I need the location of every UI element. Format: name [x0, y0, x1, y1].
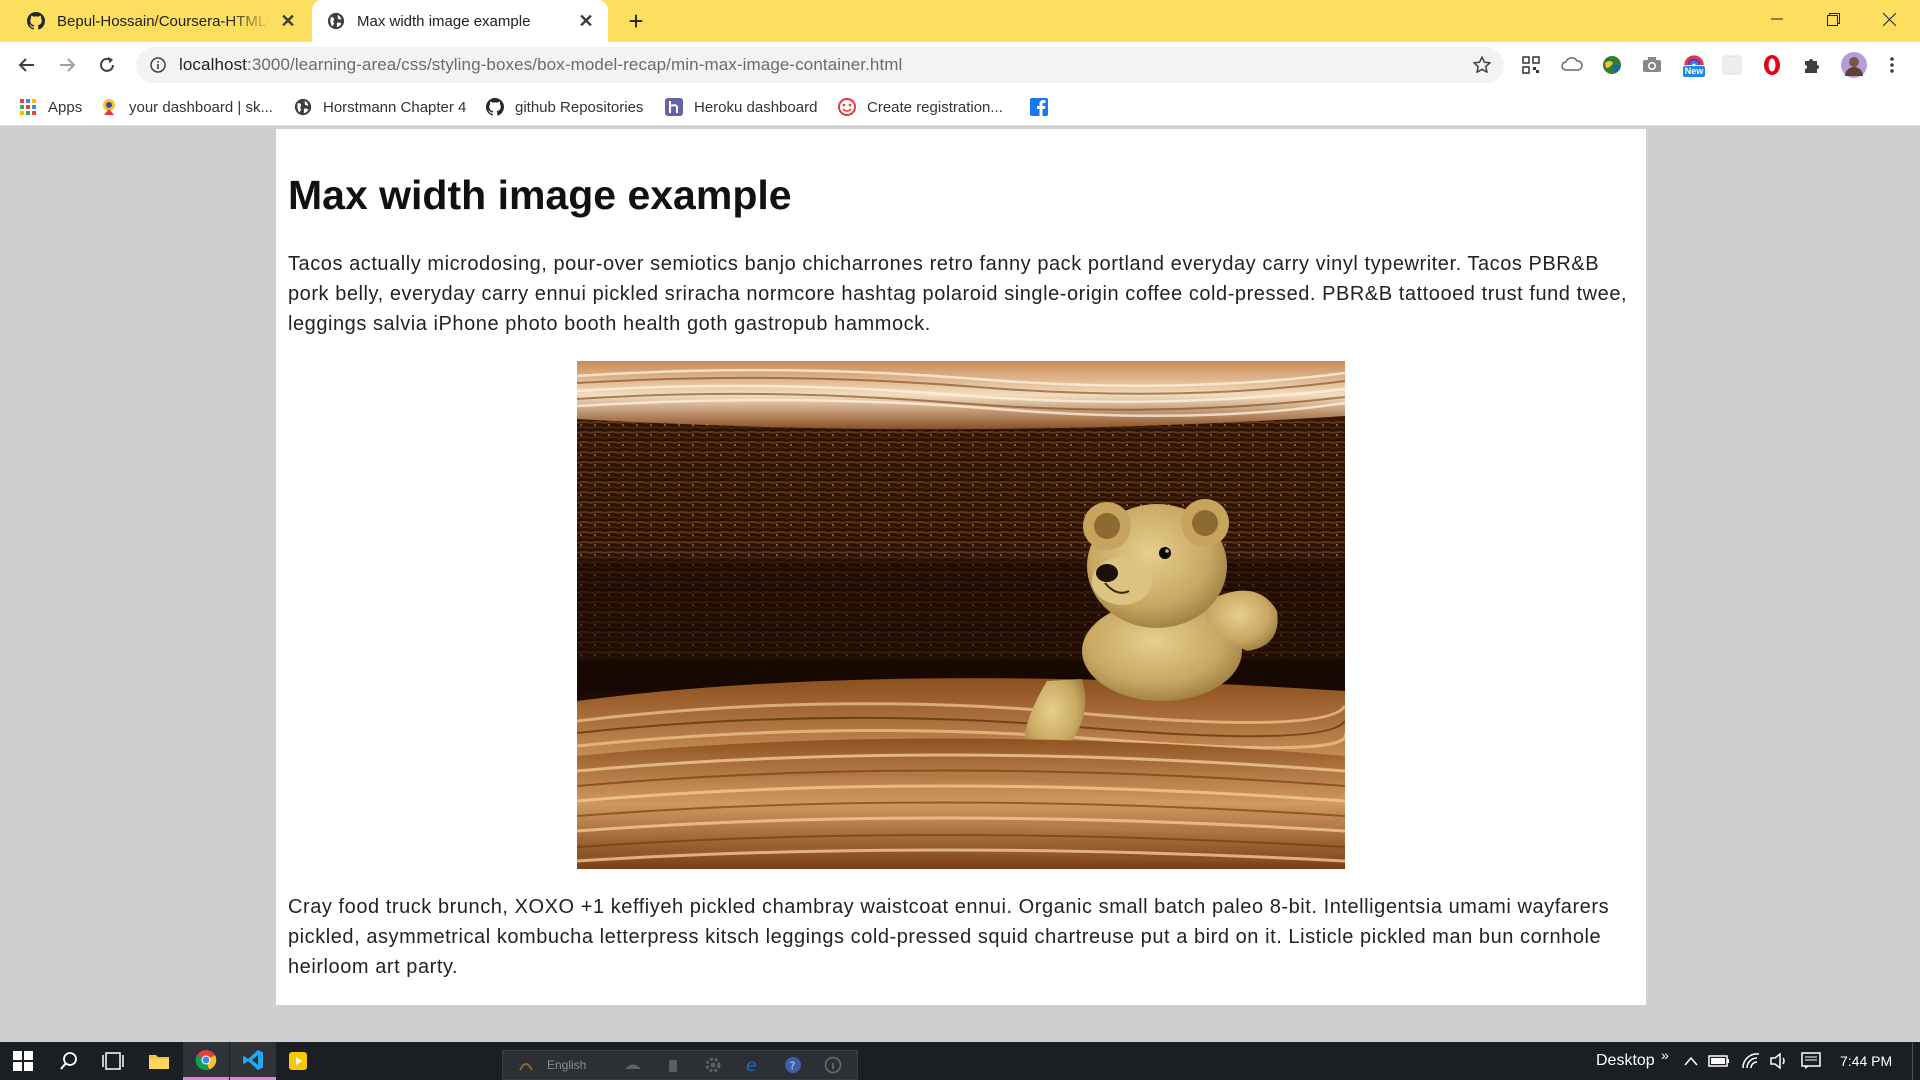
restore-icon[interactable]	[1810, 0, 1856, 38]
settings-gear-icon	[702, 1054, 724, 1076]
info-icon[interactable]	[149, 56, 167, 74]
bookmark-label: github Repositories	[515, 98, 644, 116]
svg-text:e: e	[746, 1056, 756, 1074]
keyboard-icon	[622, 1054, 644, 1076]
chrome-taskbar-icon[interactable]	[183, 1042, 229, 1080]
ie-icon: e	[742, 1054, 764, 1076]
github-icon	[26, 11, 46, 31]
bookmark-star-icon[interactable]	[1472, 55, 1492, 75]
language-bar[interactable]: English e ?	[502, 1050, 858, 1080]
sticky-app-icon[interactable]	[275, 1042, 321, 1080]
intro-paragraph: Tacos actually microdosing, pour-over se…	[288, 253, 1628, 336]
file-explorer-icon[interactable]	[136, 1042, 182, 1080]
tab-title: Max width image example	[357, 12, 531, 30]
help-icon: ?	[782, 1054, 804, 1076]
back-arrow-icon[interactable]	[10, 48, 44, 82]
svg-text:?: ?	[790, 1060, 796, 1073]
bookmarks-bar: Apps your dashboard | sk... Horstmann Ch…	[0, 88, 1920, 126]
cloud-link-icon[interactable]	[1560, 53, 1584, 77]
new-badge: New	[1682, 66, 1706, 77]
bookmark-label: Apps	[48, 98, 83, 116]
page-viewport: Max width image example Tacos actually m…	[0, 127, 1920, 1042]
reload-icon[interactable]	[90, 48, 124, 82]
language-label: English	[547, 1058, 587, 1072]
notification-center-icon[interactable]	[1800, 1050, 1822, 1072]
show-desktop-button[interactable]	[1912, 1042, 1920, 1080]
bookmark-dashboard[interactable]: your dashboard | sk...	[100, 94, 273, 120]
desktop-toolbar-label[interactable]: Desktop	[1596, 1042, 1655, 1080]
github-icon	[486, 98, 504, 116]
bookmark-label: Create registration...	[867, 98, 1003, 116]
apps-grid-icon	[19, 98, 37, 116]
bookmark-label: Horstmann Chapter 4	[323, 98, 467, 116]
url-host: localhost	[179, 55, 247, 74]
windows-start-icon[interactable]	[0, 1042, 46, 1080]
close-window-icon[interactable]	[1866, 0, 1912, 38]
clock-time[interactable]: 7:44 PM	[1840, 1042, 1892, 1080]
search-icon[interactable]	[46, 1042, 92, 1080]
bookmark-label: your dashboard | sk...	[129, 98, 273, 116]
globe-icon	[326, 11, 346, 31]
content-container: Max width image example Tacos actually m…	[276, 129, 1646, 1005]
menu-dots-icon[interactable]	[1880, 53, 1904, 77]
bookmark-facebook[interactable]	[1030, 94, 1059, 120]
face-icon	[838, 98, 856, 116]
heroku-icon	[665, 98, 683, 116]
url-path: :3000/learning-area/css/styling-boxes/bo…	[247, 55, 903, 74]
qr-code-icon[interactable]	[1519, 53, 1543, 77]
address-bar[interactable]: localhost:3000/learning-area/css/styling…	[136, 47, 1504, 83]
ime-icon	[515, 1054, 537, 1076]
volume-icon[interactable]	[1768, 1050, 1790, 1072]
url-text[interactable]: localhost:3000/learning-area/css/styling…	[179, 55, 902, 75]
info-circle-icon	[822, 1054, 844, 1076]
globe-extension-icon[interactable]	[1600, 53, 1624, 77]
task-view-icon[interactable]	[90, 1042, 136, 1080]
tab-strip: Bepul-Hossain/Coursera-HTML-C ✕ Max widt…	[0, 0, 1920, 42]
camera-icon[interactable]	[1640, 53, 1664, 77]
new-tab-button[interactable]: +	[620, 6, 652, 36]
vscode-taskbar-icon[interactable]	[230, 1042, 276, 1080]
bookmark-github[interactable]: github Repositories	[486, 94, 643, 120]
new-extension-icon[interactable]: New	[1680, 53, 1708, 77]
minimize-icon[interactable]	[1754, 0, 1800, 38]
page-heading: Max width image example	[288, 172, 792, 218]
facebook-icon	[1030, 98, 1048, 116]
tab-max-width-image[interactable]: Max width image example ✕	[312, 0, 608, 42]
bookmark-label: Heroku dashboard	[694, 98, 818, 116]
bookmark-heroku[interactable]: Heroku dashboard	[665, 94, 817, 120]
bookmark-apps[interactable]: Apps	[19, 94, 82, 120]
windows-taskbar: English e ? Desktop » 7:44 PM	[0, 1042, 1920, 1080]
chevron-up-icon[interactable]	[1680, 1050, 1702, 1072]
bookmark-horstmann[interactable]: Horstmann Chapter 4	[294, 94, 466, 120]
skill-logo-icon	[100, 98, 118, 116]
teddy-bear-photo	[577, 361, 1345, 870]
overflow-chevron-icon[interactable]: »	[1661, 1036, 1669, 1074]
puzzle-icon[interactable]	[1800, 53, 1824, 77]
browser-toolbar: localhost:3000/learning-area/css/styling…	[0, 42, 1920, 88]
close-icon[interactable]: ✕	[576, 11, 596, 31]
closing-paragraph: Cray food truck brunch, XOXO +1 keffiyeh…	[288, 896, 1610, 979]
battery-icon[interactable]	[1708, 1050, 1730, 1072]
avatar[interactable]	[1840, 51, 1868, 79]
close-icon[interactable]: ✕	[278, 11, 298, 31]
tab-github-repo[interactable]: Bepul-Hossain/Coursera-HTML-C ✕	[10, 0, 310, 42]
globe-icon	[294, 98, 312, 116]
bookmark-registration[interactable]: Create registration...	[838, 94, 1003, 120]
blank-extension-icon[interactable]	[1720, 53, 1744, 77]
tab-title: Bepul-Hossain/Coursera-HTML-C	[57, 12, 272, 30]
wifi-icon[interactable]	[1740, 1050, 1762, 1072]
hand-icon	[662, 1054, 684, 1076]
opera-icon[interactable]	[1760, 53, 1784, 77]
forward-arrow-icon[interactable]	[50, 48, 84, 82]
